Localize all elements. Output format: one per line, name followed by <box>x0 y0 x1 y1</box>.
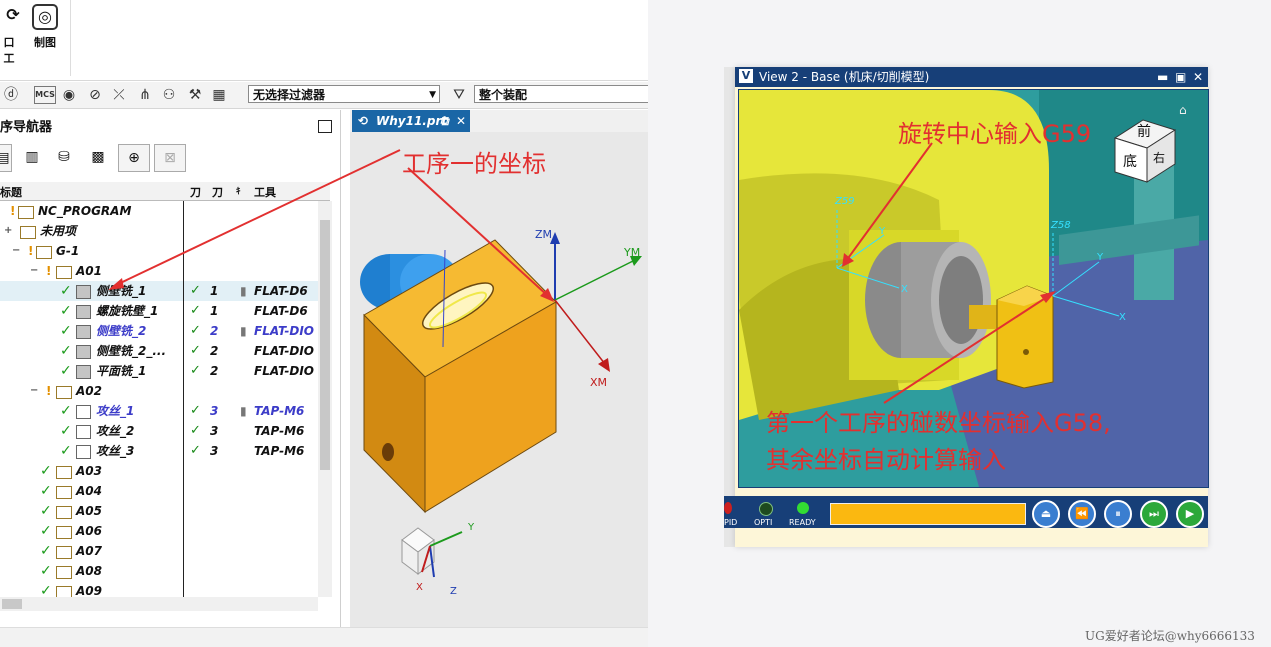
annotation-g58-line2: 其余坐标自动计算输入 <box>766 446 1006 474</box>
annotation-g58-line1: 第一个工序的碰数坐标输入G58, <box>766 409 1111 437</box>
annotation-op1-coordinate: 工序一的坐标 <box>402 150 546 178</box>
forum-watermark: UG爱好者论坛@why6666133 <box>1085 629 1255 643</box>
annotation-g59: 旋转中心输入G59 <box>898 120 1092 148</box>
annotation-arrows-left <box>108 149 554 302</box>
